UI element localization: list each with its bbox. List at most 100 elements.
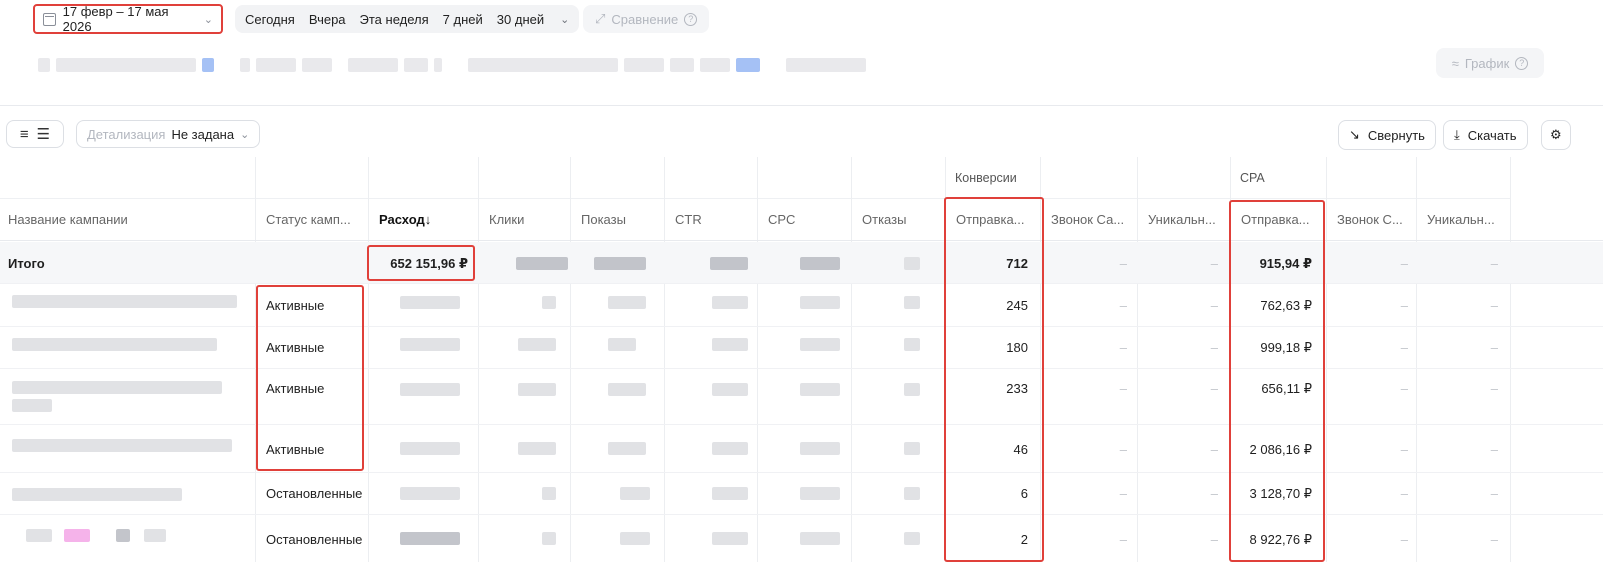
row-cpa-call: –: [1400, 486, 1408, 501]
date-range-label: 17 февр – 17 мая 2026: [62, 4, 169, 34]
col-conv-unique[interactable]: Уникальн...: [1140, 199, 1228, 241]
collapse-label: Свернуть: [1367, 127, 1425, 143]
row-conv-unique: –: [1210, 486, 1218, 501]
row-conv-unique: –: [1210, 532, 1218, 547]
collapse-button[interactable]: ↘ Свернуть: [1338, 120, 1436, 150]
chart-button[interactable]: ≈ График ?: [1436, 48, 1544, 78]
col-campaign-status[interactable]: Статус камп...: [258, 199, 366, 241]
col-spend[interactable]: Расход↓: [371, 199, 476, 241]
sort-desc-icon: ↓: [424, 212, 432, 227]
row-conv-send: 180: [1006, 340, 1028, 355]
row-conv-send: 2: [1020, 532, 1028, 547]
table-row[interactable]: Активные 46 – – 2 086,16 ₽ – –: [0, 425, 1603, 473]
row-conv-call: –: [1119, 298, 1127, 313]
row-conv-call: –: [1119, 532, 1127, 547]
date-range-picker[interactable]: 17 февр – 17 мая 2026 ⌄: [33, 4, 223, 34]
row-conv-call: –: [1119, 381, 1127, 396]
campaigns-table: Конверсии CPA Название кампании Статус к…: [0, 157, 1603, 562]
period-presets: Сегодня Вчера Эта неделя 7 дней 30 дней …: [235, 5, 580, 33]
col-bounces[interactable]: Отказы: [854, 199, 942, 241]
row-conv-send: 46: [1013, 442, 1028, 457]
row-cpa-send: 3 128,70 ₽: [1249, 486, 1313, 501]
filter-panel: 17 февр – 17 мая 2026 ⌄ Сегодня Вчера Эт…: [0, 0, 1603, 106]
row-status: Активные: [266, 298, 325, 313]
row-status: Остановленные: [266, 486, 362, 501]
row-cpa-send: 2 086,16 ₽: [1249, 442, 1313, 457]
col-ctr[interactable]: CTR: [667, 199, 755, 241]
row-conv-unique: –: [1210, 381, 1218, 396]
row-cpa-call: –: [1400, 442, 1408, 457]
chevron-down-icon: ⌄: [203, 13, 213, 26]
detail-select[interactable]: Детализация Не задана ⌄: [76, 120, 261, 148]
col-cpa-call[interactable]: Звонок С...: [1329, 199, 1415, 241]
gear-icon: ⚙: [1550, 127, 1562, 142]
row-cpa-unique: –: [1490, 298, 1498, 313]
col-clicks[interactable]: Клики: [481, 199, 569, 241]
row-status: Активные: [266, 381, 325, 396]
collapse-icon: ↘: [1349, 127, 1360, 142]
row-conv-send: 6: [1020, 486, 1028, 501]
chevron-down-icon: ⌄: [240, 128, 250, 141]
col-campaign-name[interactable]: Название кампании: [0, 199, 255, 241]
col-cpc[interactable]: CPC: [760, 199, 848, 241]
total-spend: 652 151,96 ₽: [390, 256, 468, 271]
download-label: Скачать: [1467, 127, 1517, 143]
list-view-icon[interactable]: ☰: [37, 127, 50, 142]
col-impressions[interactable]: Показы: [573, 199, 663, 241]
compare-icon: ⤢: [595, 11, 606, 26]
row-cpa-unique: –: [1490, 340, 1498, 355]
row-cpa-call: –: [1400, 298, 1408, 313]
row-conv-call: –: [1119, 486, 1127, 501]
row-cpa-unique: –: [1490, 381, 1498, 396]
settings-button[interactable]: ⚙: [1541, 120, 1571, 150]
row-cpa-send: 999,18 ₽: [1260, 340, 1312, 355]
compact-view-icon[interactable]: ≡: [20, 127, 29, 142]
table-row[interactable]: Активные 245 – – 762,63 ₽ – –: [0, 285, 1603, 327]
row-cpa-call: –: [1400, 381, 1408, 396]
row-conv-call: –: [1119, 340, 1127, 355]
period-today[interactable]: Сегодня: [245, 12, 295, 27]
row-conv-unique: –: [1210, 442, 1218, 457]
download-icon: ⤓: [1454, 127, 1460, 142]
row-status: Активные: [266, 340, 325, 355]
download-button[interactable]: ⤓ Скачать: [1443, 120, 1528, 150]
row-conv-send: 245: [1006, 298, 1028, 313]
table-row-total: Итого 652 151,96 ₽ 712 – – 915,94 ₽ – –: [0, 242, 1603, 284]
row-conv-unique: –: [1210, 298, 1218, 313]
total-conv-call: –: [1119, 256, 1127, 271]
blurred-filter-chips: [38, 58, 866, 72]
group-header-conversions: Конверсии: [945, 157, 1230, 199]
period-yesterday[interactable]: Вчера: [309, 12, 346, 27]
col-conv-send[interactable]: Отправка...: [948, 199, 1040, 241]
row-conv-send: 233: [1006, 381, 1028, 396]
table-row[interactable]: Активные 233 – – 656,11 ₽ – –: [0, 369, 1603, 425]
table-row[interactable]: Остановленные 6 – – 3 128,70 ₽ – –: [0, 473, 1603, 515]
col-cpa-send[interactable]: Отправка...: [1233, 199, 1325, 241]
row-cpa-unique: –: [1490, 442, 1498, 457]
table-toolbar: ≡ ☰ Детализация Не задана ⌄ ↘ Свернуть ⤓…: [0, 112, 1603, 156]
help-icon: ?: [1515, 56, 1529, 70]
table-row[interactable]: Остановленные 2 – – 8 922,76 ₽ – –: [0, 515, 1603, 562]
detail-label: Детализация: [87, 126, 166, 142]
table-row[interactable]: Активные 180 – – 999,18 ₽ – –: [0, 327, 1603, 369]
column-headers: Название кампании Статус камп... Расход↓…: [0, 199, 1603, 241]
total-label: Итого: [8, 256, 45, 271]
chevron-down-icon[interactable]: ⌄: [560, 13, 569, 26]
group-header-empty: [0, 157, 945, 199]
total-cpa-unique: –: [1490, 256, 1498, 271]
period-30-days[interactable]: 30 дней: [497, 12, 544, 27]
total-cpa-send: 915,94 ₽: [1259, 256, 1312, 271]
col-spend-label: Расход: [379, 212, 425, 227]
compare-button[interactable]: ⤢ Сравнение ?: [583, 5, 710, 33]
total-conv-send: 712: [1006, 256, 1028, 271]
view-toggle[interactable]: ≡ ☰: [6, 120, 64, 148]
row-conv-call: –: [1119, 442, 1127, 457]
col-conv-call[interactable]: Звонок Са...: [1043, 199, 1135, 241]
help-icon: ?: [684, 12, 698, 26]
period-7-days[interactable]: 7 дней: [443, 12, 483, 27]
period-this-week[interactable]: Эта неделя: [360, 12, 429, 27]
row-status: Активные: [266, 442, 325, 457]
total-conv-unique: –: [1210, 256, 1218, 271]
row-cpa-send: 8 922,76 ₽: [1249, 532, 1313, 547]
col-cpa-unique[interactable]: Уникальн...: [1419, 199, 1509, 241]
